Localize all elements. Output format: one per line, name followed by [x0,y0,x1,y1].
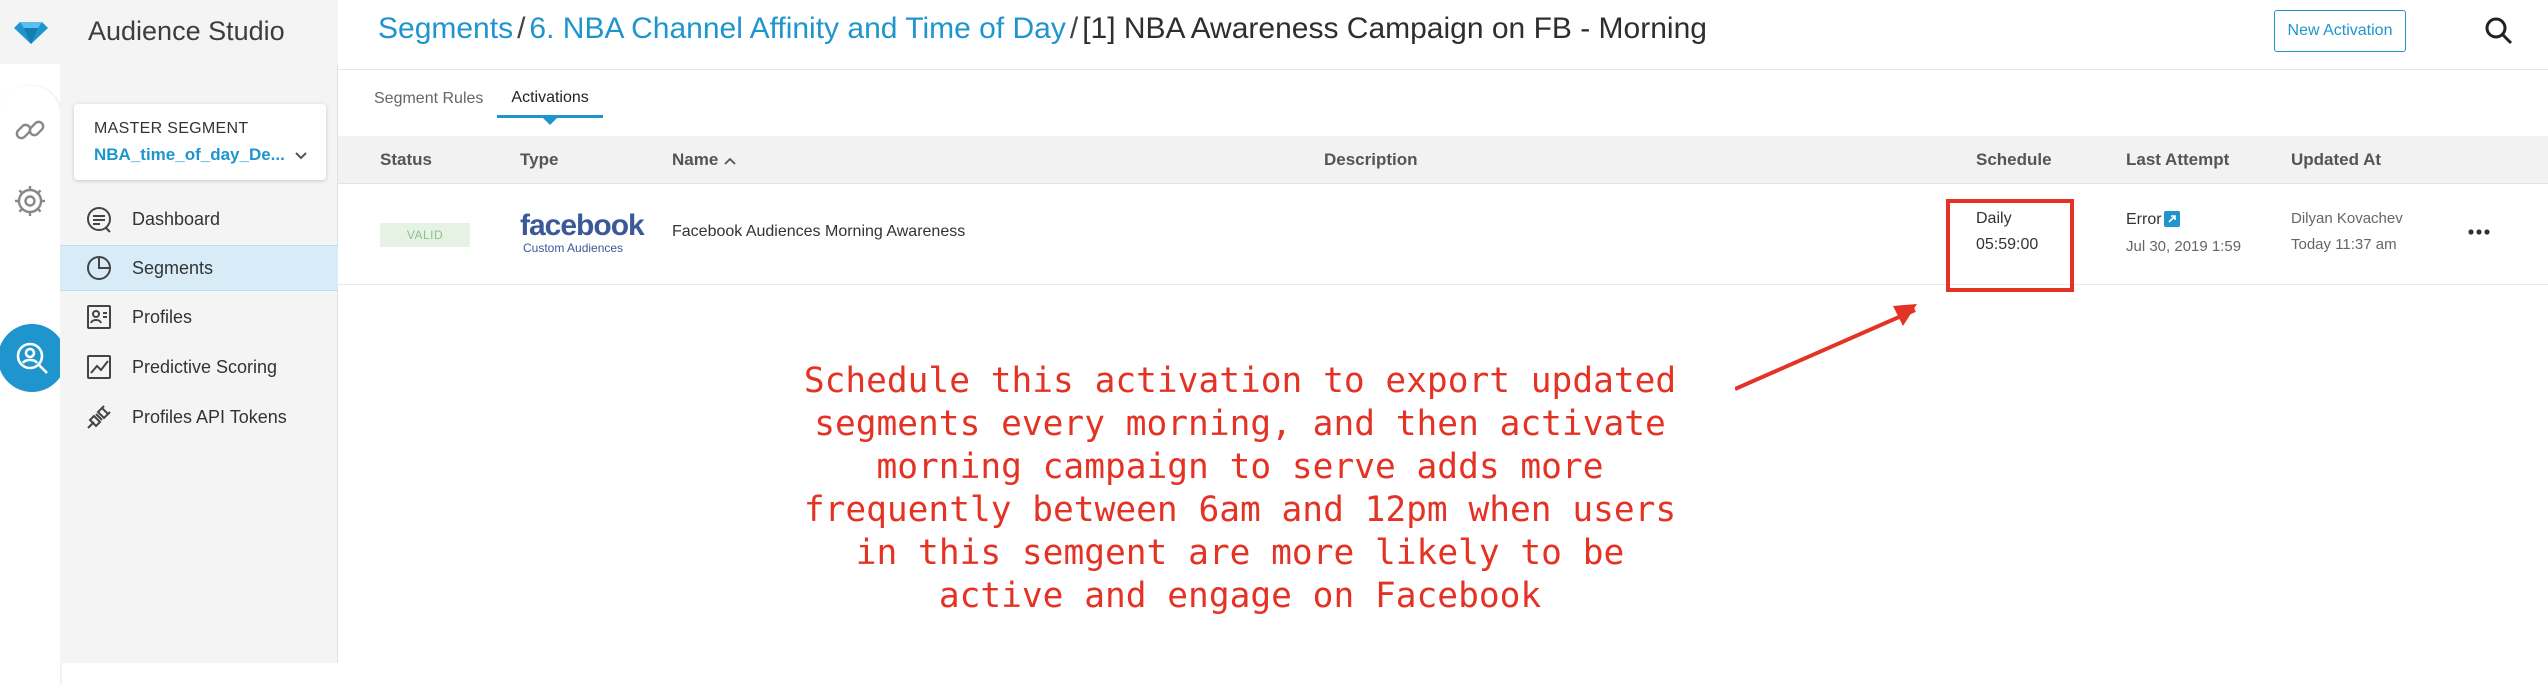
column-header-description[interactable]: Description [1324,150,1418,170]
search-icon[interactable] [2484,16,2514,46]
sidebar: MASTER SEGMENT NBA_time_of_day_De... Das… [60,64,338,663]
breadcrumb-separator: / [517,12,526,45]
breadcrumb-separator: / [1069,12,1079,45]
annotation-line: active and engage on Facebook [938,576,1542,616]
icon-rail [0,86,66,686]
plug-icon [87,405,111,429]
master-segment-selector[interactable]: MASTER SEGMENT NBA_time_of_day_De... [74,104,326,180]
link-icon[interactable] [12,112,48,148]
master-segment-value: NBA_time_of_day_De... [94,145,285,164]
annotation-line: in this semgent are more likely to be [855,533,1625,573]
breadcrumb-segments-link[interactable]: Segments [378,12,513,45]
last-attempt-time: Jul 30, 2019 1:59 [2126,238,2242,255]
sidebar-item-label: Segments [132,257,214,278]
status-badge: VALID [380,223,470,247]
annotation-line: segments every morning, and then activat… [814,404,1666,444]
tab-bar: Segment Rules Activations [360,80,603,125]
page-title: [1] NBA Awareness Campaign on FB - Morni… [1082,12,1707,45]
more-options-icon[interactable] [2468,228,2490,236]
sort-ascending-icon [724,157,736,165]
sidebar-item-segments[interactable]: Segments [60,245,338,291]
sidebar-item-predictive-scoring[interactable]: Predictive Scoring [60,344,338,390]
annotation-line: frequently between 6am and 12pm when use… [803,490,1677,530]
chevron-down-icon [295,152,307,160]
column-header-updated-at[interactable]: Updated At [2291,150,2381,170]
last-attempt-status-label: Error [2126,211,2162,228]
activation-name[interactable]: Facebook Audiences Morning Awareness [672,223,965,241]
tab-segment-rules[interactable]: Segment Rules [360,80,497,118]
sidebar-item-label: Profiles [132,306,193,327]
profile-card-icon [87,305,111,329]
column-header-last-attempt[interactable]: Last Attempt [2126,150,2229,170]
line-chart-icon [87,355,111,379]
app-title: Audience Studio [88,16,285,46]
last-attempt-status: Error [2126,211,2180,229]
tab-activations[interactable]: Activations [497,80,603,125]
master-segment-label: MASTER SEGMENT [94,120,249,137]
annotation-arrow-icon [1735,304,1917,391]
facebook-custom-audiences-logo: facebook Custom Audiences [520,209,645,256]
external-link-icon[interactable] [2163,211,2180,227]
annotation-line: Schedule this activation to export updat… [803,361,1677,401]
top-bar: Segments/6. NBA Channel Affinity and Tim… [338,0,2548,70]
annotation-text: Schedule this activation to export updat… [740,360,1740,618]
sidebar-item-profiles[interactable]: Profiles [60,294,338,340]
facebook-wordmark: facebook [520,209,645,242]
column-header-schedule[interactable]: Schedule [1976,150,2052,170]
dashboard-icon [87,207,111,233]
column-header-name[interactable]: Name [672,150,736,170]
diamond-logo-icon [14,22,48,44]
updated-by: Dilyan Kovachev [2291,210,2403,227]
sidebar-item-label: Profiles API Tokens [132,406,287,427]
facebook-sub-label: Custom Audiences [523,241,624,255]
app-header: Audience Studio [0,0,338,64]
settings-gear-icon[interactable] [12,183,48,219]
annotation-line: morning campaign to serve adds more [876,447,1604,487]
updated-at: Today 11:37 am [2291,236,2397,253]
table-header: Status Type Name Description Schedule La… [338,136,2548,184]
sidebar-item-profiles-api-tokens[interactable]: Profiles API Tokens [60,394,338,440]
pie-chart-icon [87,256,111,280]
sidebar-item-dashboard[interactable]: Dashboard [60,196,338,242]
table-row[interactable]: VALID facebook Custom Audiences Facebook… [338,185,2548,285]
sidebar-item-label: Dashboard [132,208,221,229]
audience-studio-rail-button[interactable] [0,324,66,392]
sidebar-item-label: Predictive Scoring [132,356,278,377]
schedule-highlight-box [1946,199,2074,292]
breadcrumb-parent-link[interactable]: 6. NBA Channel Affinity and Time of Day [529,12,1065,45]
column-header-name-label: Name [672,150,719,169]
new-activation-button[interactable]: New Activation [2274,10,2406,52]
audience-search-icon [16,342,48,374]
column-header-status[interactable]: Status [380,150,432,170]
column-header-type[interactable]: Type [520,150,558,170]
breadcrumb: Segments/6. NBA Channel Affinity and Tim… [378,12,1707,46]
